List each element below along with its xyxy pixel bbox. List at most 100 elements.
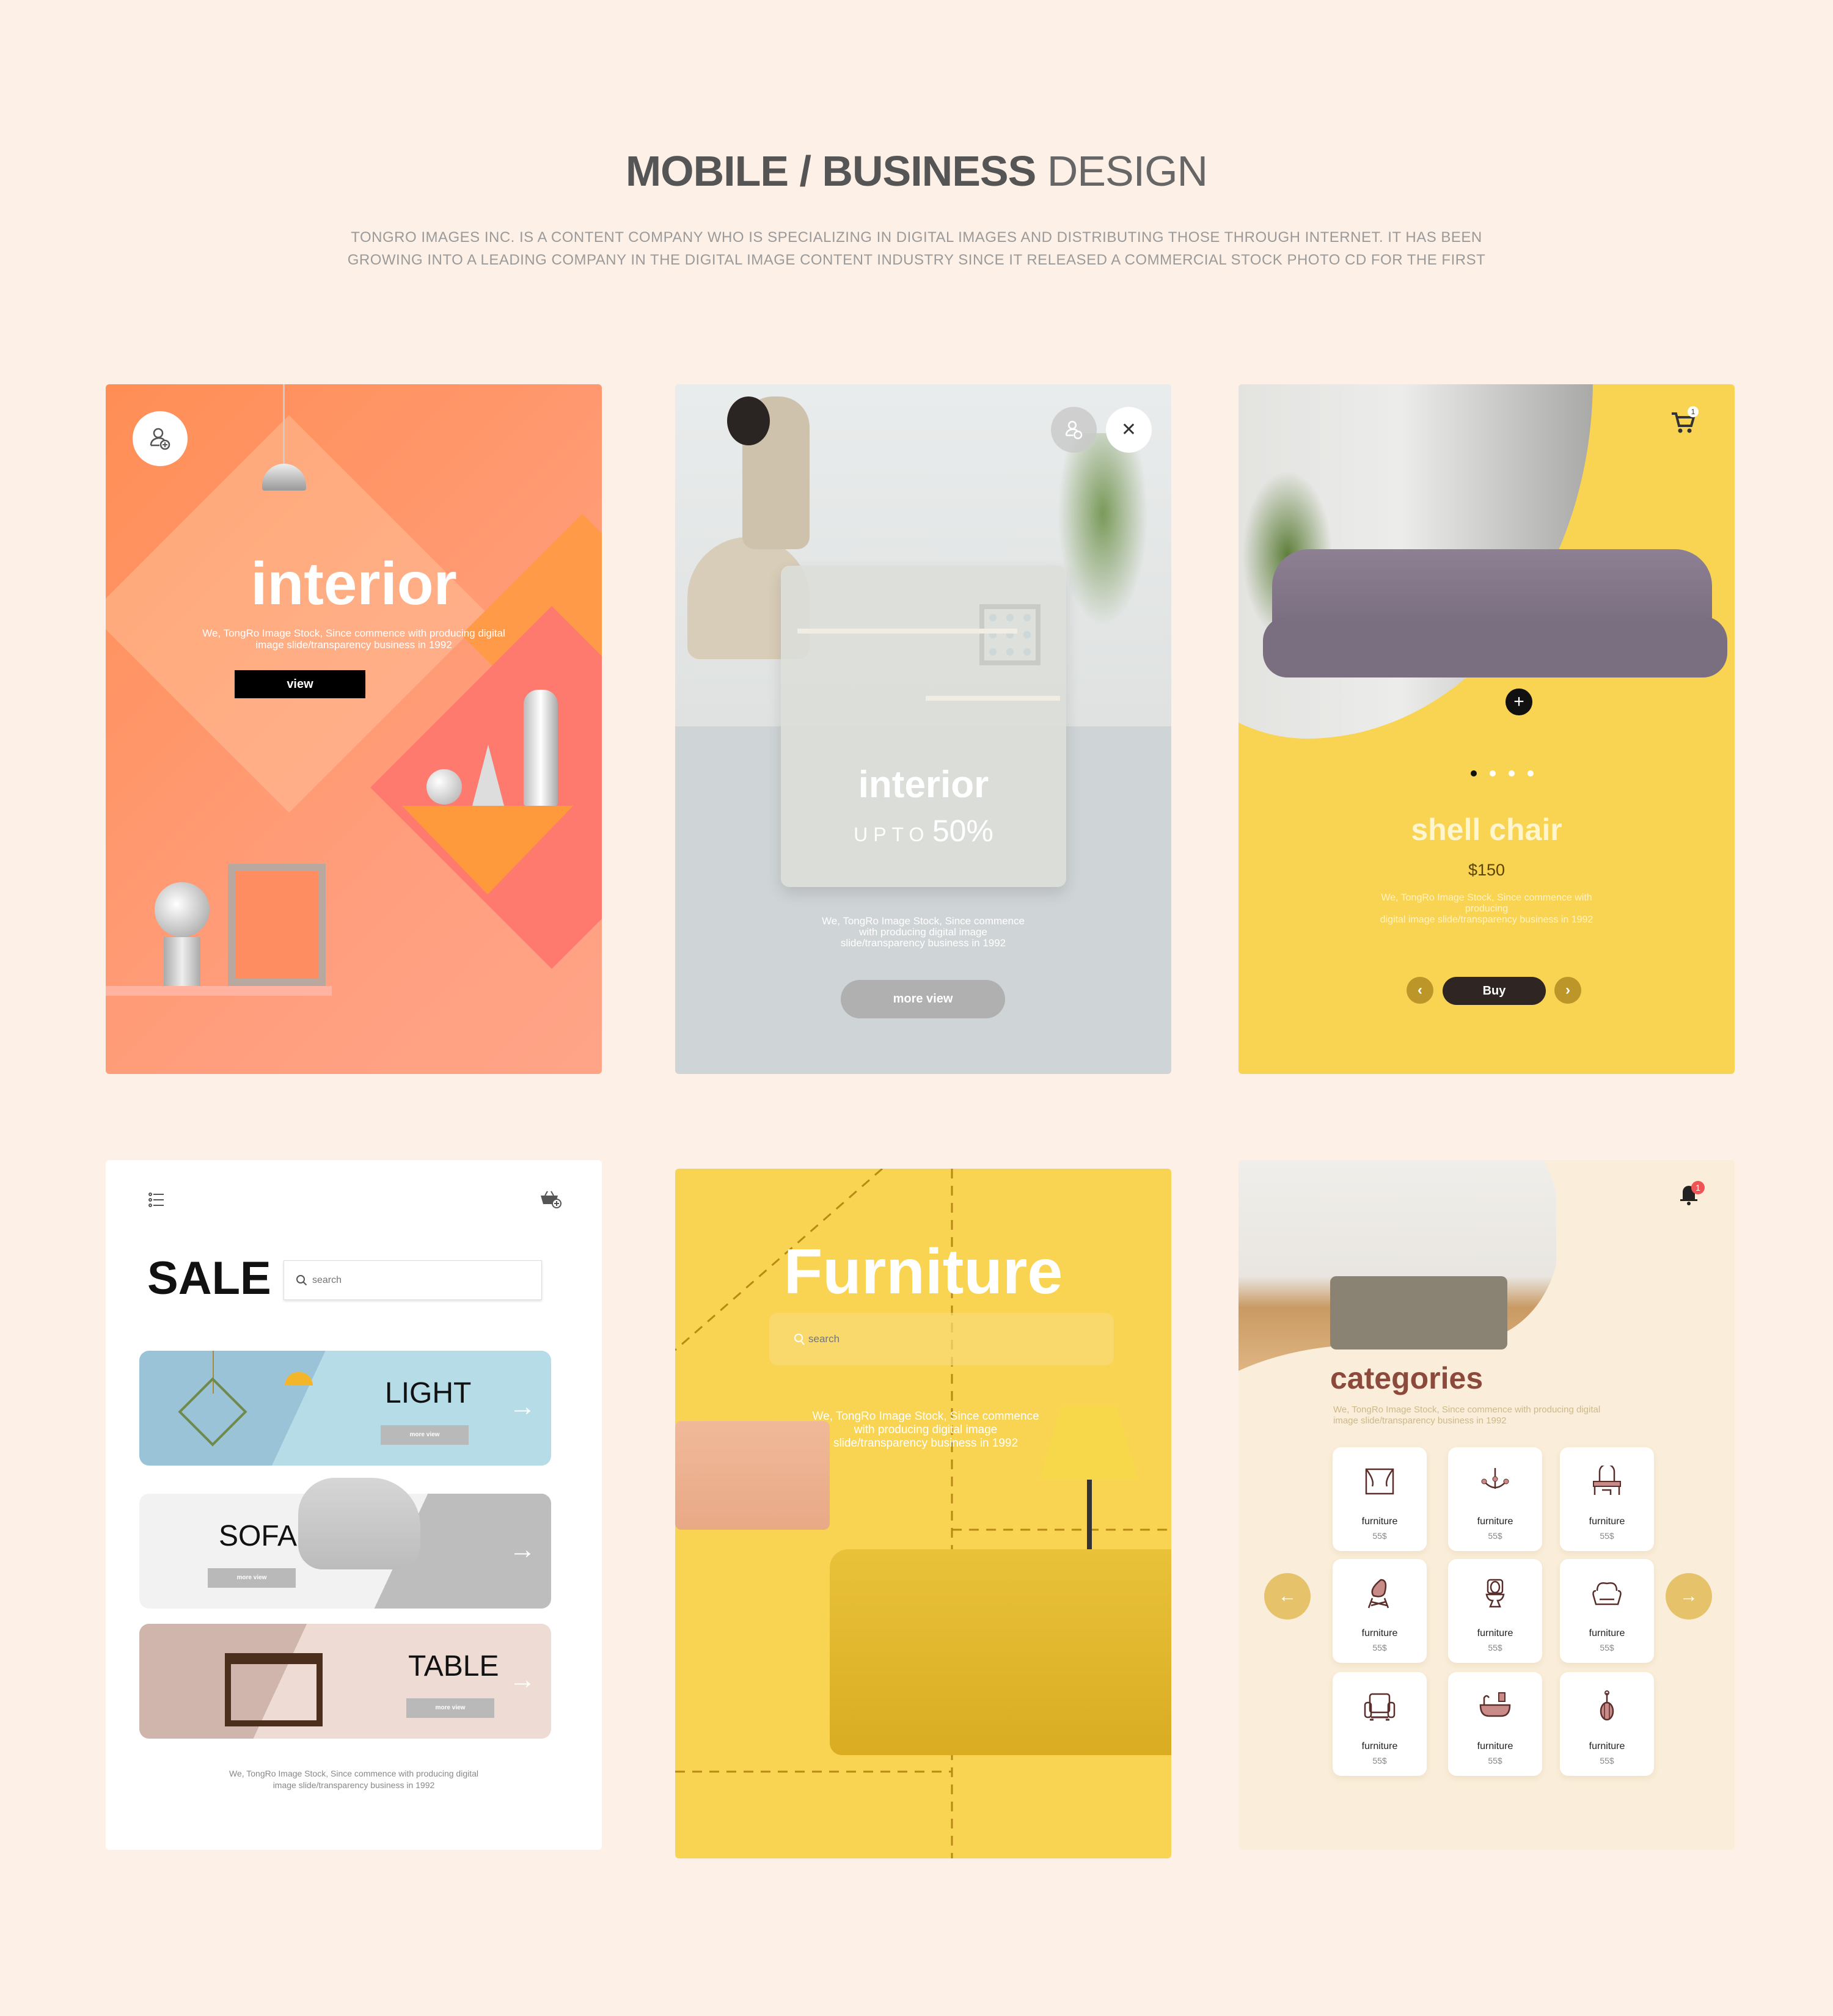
- interior-card: interior We, TongRo Image Stock, Since c…: [106, 384, 602, 1074]
- discount: UPTO 50%: [781, 813, 1066, 849]
- toilet-icon: [1485, 1579, 1505, 1608]
- notification-button[interactable]: 1: [1675, 1178, 1705, 1208]
- menu-button[interactable]: [148, 1192, 164, 1208]
- desc-line: We, TongRo Image Stock, Since commence w…: [1333, 1404, 1601, 1415]
- desc-line: with producing digital image: [854, 1423, 998, 1436]
- sofa-chair-icon: [1364, 1693, 1396, 1721]
- search-box: [769, 1313, 1114, 1365]
- lamp-cord: [283, 384, 285, 464]
- category-name: furniture: [1477, 1741, 1513, 1751]
- subtitle-line: GROWING INTO A LEADING COMPANY IN THE DI…: [347, 252, 1486, 268]
- bottle: [524, 690, 558, 806]
- category-tile[interactable]: furniture 55$: [1448, 1559, 1542, 1663]
- shelf-triangle: [402, 806, 573, 894]
- sale-title: SALE: [147, 1252, 271, 1304]
- cone: [472, 745, 504, 806]
- desc-line: slide/transparency business in 1992: [840, 937, 1006, 949]
- category-tile[interactable]: furniture 55$: [1560, 1559, 1654, 1663]
- user-plus-icon: [1065, 420, 1083, 439]
- carousel-dots: [1471, 770, 1538, 778]
- desc-line: image slide/transparency business in 199…: [1333, 1415, 1507, 1426]
- category-name: furniture: [1477, 1628, 1513, 1638]
- add-user-button[interactable]: [133, 411, 188, 466]
- pendant-lamp: [285, 1372, 313, 1386]
- category-tile[interactable]: furniture 55$: [1448, 1672, 1542, 1776]
- arrow-right-icon: →: [509, 1392, 536, 1422]
- prev-button[interactable]: ←: [1264, 1573, 1311, 1620]
- arrow-right-icon: →: [1680, 1586, 1698, 1606]
- card-description: We, TongRo Image Stock, Since commence w…: [106, 1768, 602, 1791]
- categories-card: 1 categories We, TongRo Image Stock, Sin…: [1238, 1160, 1735, 1850]
- shelf: [926, 696, 1060, 701]
- arrow-left-icon: ←: [1278, 1586, 1297, 1606]
- upto-label: UPTO: [854, 824, 930, 845]
- carousel-dot[interactable]: [1471, 770, 1477, 776]
- category-name: furniture: [1477, 1516, 1513, 1527]
- cart-button[interactable]: 1: [1669, 406, 1699, 437]
- basket-button[interactable]: [540, 1189, 562, 1209]
- category-price: 55$: [1600, 1643, 1614, 1653]
- search-input[interactable]: [808, 1328, 1089, 1350]
- more-view-button[interactable]: more view: [208, 1568, 296, 1588]
- search-input[interactable]: [312, 1269, 532, 1291]
- category-name: furniture: [1589, 1741, 1625, 1751]
- next-button[interactable]: ›: [1554, 977, 1581, 1004]
- product-description: We, TongRo Image Stock, Since commence w…: [1361, 893, 1612, 926]
- picture-frame: [228, 864, 326, 986]
- banner-label: LIGHT: [385, 1377, 472, 1409]
- side-table: [225, 1653, 323, 1726]
- floor-lamp-pole: [1087, 1480, 1092, 1550]
- card-description: We, TongRo Image Stock, Since commence w…: [1333, 1404, 1600, 1426]
- desc-line: We, TongRo Image Stock, Since commence w…: [1381, 893, 1592, 914]
- desc-line: We, TongRo Image Stock, Since commence w…: [229, 1769, 479, 1778]
- desc-line: We, TongRo Image Stock, Since commence w…: [202, 627, 505, 639]
- category-price: 55$: [1488, 1756, 1502, 1766]
- more-view-button[interactable]: more view: [381, 1425, 469, 1445]
- page-title: MOBILE / BUSINESS DESIGN: [0, 147, 1833, 195]
- add-user-button[interactable]: [1051, 407, 1097, 453]
- add-to-cart-button[interactable]: +: [1506, 688, 1532, 715]
- arrow-right-icon: →: [509, 1665, 536, 1695]
- banner-label: SOFA: [219, 1520, 298, 1552]
- next-button[interactable]: →: [1666, 1573, 1712, 1620]
- category-tile[interactable]: furniture 55$: [1333, 1559, 1427, 1663]
- cart-badge: 1: [1688, 406, 1699, 417]
- sofa-seat: [1263, 616, 1727, 677]
- desc-line: We, TongRo Image Stock, Since commence: [822, 915, 1025, 927]
- category-price: 55$: [1488, 1643, 1502, 1653]
- carousel-dot[interactable]: [1528, 770, 1534, 776]
- furniture-title: Furniture: [783, 1236, 1063, 1307]
- interior-sale-card: interior UPTO 50% We, TongRo Image Stock…: [675, 384, 1171, 1074]
- category-tile[interactable]: furniture 55$: [1560, 1447, 1654, 1551]
- product-price: $150: [1468, 861, 1506, 879]
- more-view-button[interactable]: more view: [406, 1698, 494, 1718]
- category-tile[interactable]: furniture 55$: [1333, 1672, 1427, 1776]
- buy-button[interactable]: Buy: [1443, 977, 1546, 1005]
- carousel-dot[interactable]: [1490, 770, 1496, 776]
- armchair-icon: [1592, 1582, 1622, 1605]
- close-button[interactable]: ✕: [1106, 407, 1152, 453]
- category-name: furniture: [1361, 1741, 1398, 1751]
- category-name: furniture: [1589, 1516, 1625, 1527]
- shelf: [106, 986, 332, 996]
- category-tile[interactable]: furniture 55$: [1448, 1447, 1542, 1551]
- sofa: [1330, 1276, 1507, 1349]
- desc-line: We, TongRo Image Stock, Since commence: [812, 1410, 1039, 1423]
- banner-table[interactable]: TABLE more view →: [139, 1624, 551, 1739]
- more-view-button[interactable]: more view: [841, 980, 1005, 1018]
- carousel-dot[interactable]: [1509, 770, 1515, 776]
- banner-light[interactable]: LIGHT more view →: [139, 1351, 551, 1466]
- sale-card: SALE LIGHT more view → SOFA more view → …: [106, 1160, 602, 1850]
- card-description: We, TongRo Image Stock, Since commence wi…: [767, 1410, 1085, 1450]
- category-tile[interactable]: furniture 55$: [1333, 1447, 1427, 1551]
- category-price: 55$: [1372, 1531, 1387, 1541]
- prev-button[interactable]: ‹: [1407, 977, 1433, 1004]
- title-light: DESIGN: [1047, 147, 1208, 195]
- sphere: [426, 769, 462, 805]
- product-card: + 1 shell chair $150 We, TongRo Image St…: [1238, 384, 1735, 1074]
- category-price: 55$: [1488, 1531, 1502, 1541]
- plus-icon: +: [1513, 692, 1524, 712]
- view-button[interactable]: view: [235, 670, 365, 698]
- category-tile[interactable]: furniture 55$: [1560, 1672, 1654, 1776]
- search-icon: [296, 1275, 307, 1286]
